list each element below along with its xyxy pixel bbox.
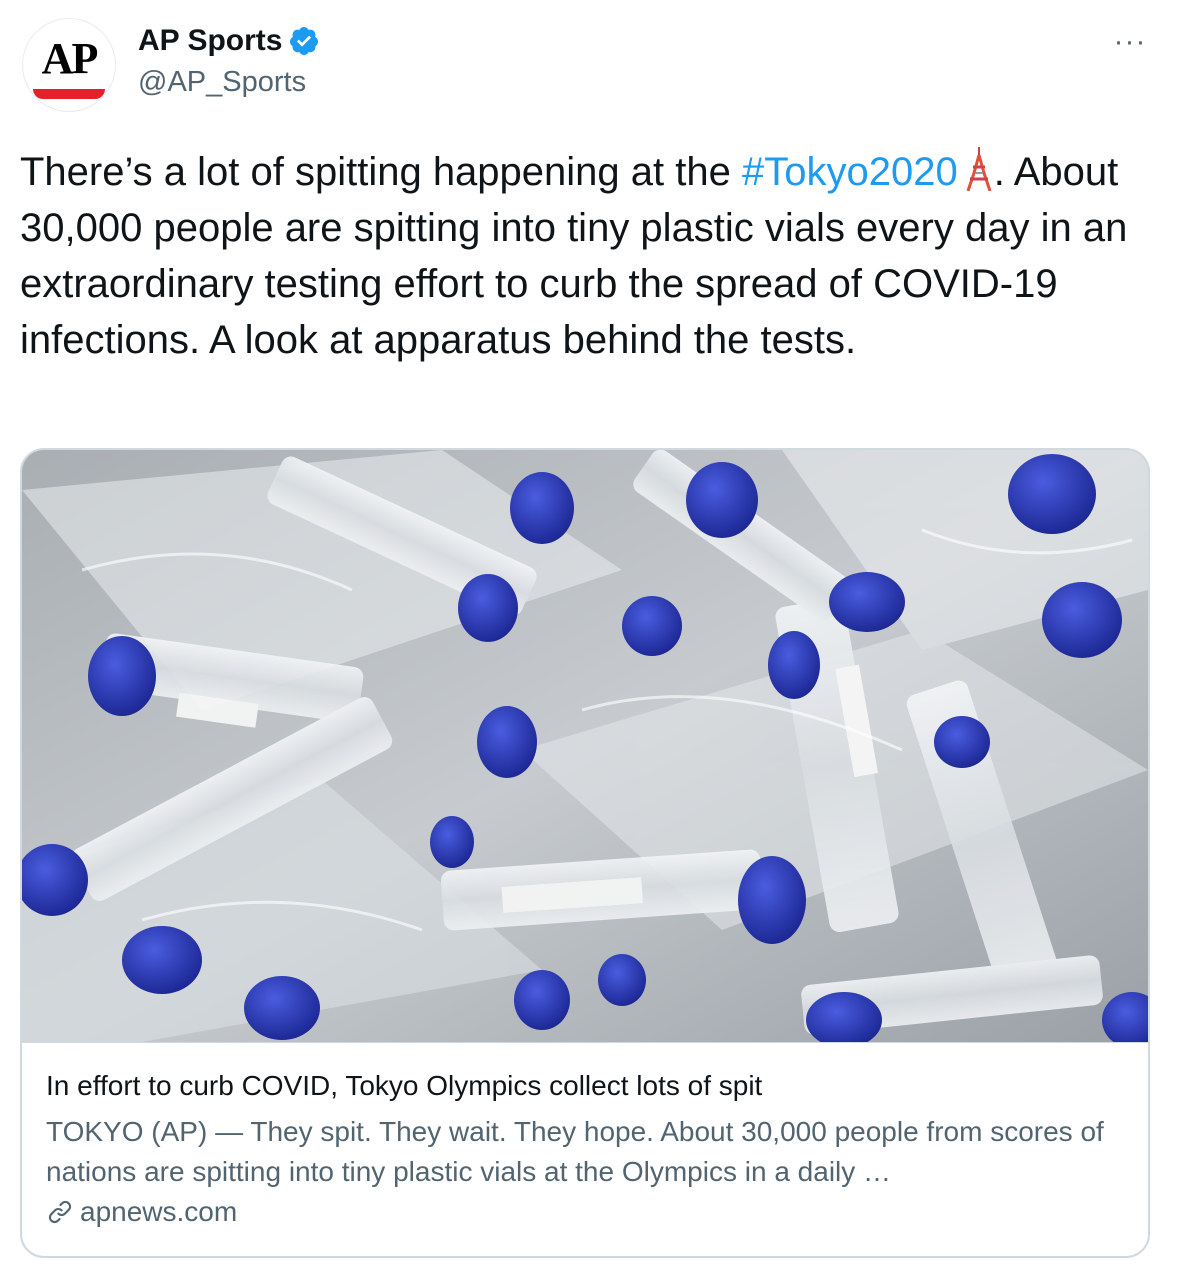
avatar[interactable]: AP: [22, 18, 116, 112]
ap-logo-bar: [33, 89, 105, 99]
more-options-button[interactable]: ···: [1108, 22, 1152, 62]
author-name-row[interactable]: AP Sports: [138, 24, 320, 58]
card-title[interactable]: In effort to curb COVID, Tokyo Olympics …: [46, 1070, 762, 1102]
card-image[interactable]: [22, 450, 1148, 1048]
tweet-text-start: There’s a lot of spitting happening at t…: [20, 150, 742, 194]
card-description: TOKYO (AP) — They spit. They wait. They …: [46, 1116, 1104, 1187]
display-name[interactable]: AP Sports: [138, 24, 282, 58]
card-domain[interactable]: apnews.com: [80, 1196, 237, 1228]
link-icon: [46, 1198, 74, 1226]
author-handle[interactable]: @AP_Sports: [138, 66, 306, 99]
link-card[interactable]: In effort to curb COVID, Tokyo Olympics …: [20, 448, 1150, 1258]
card-domain-row[interactable]: apnews.com: [46, 1196, 237, 1228]
tokyo-tower-icon: [964, 147, 994, 192]
more-icon: ···: [1113, 25, 1147, 58]
verified-badge-icon: [288, 25, 320, 57]
tweet: AP AP Sports @AP_Sports ··· There’s a lo…: [0, 0, 1180, 1288]
plastic-vials-photo: [22, 450, 1148, 1048]
tweet-text: There’s a lot of spitting happening at t…: [20, 144, 1140, 368]
hashtag-link[interactable]: #Tokyo2020: [742, 150, 958, 194]
ap-logo-text: AP: [41, 34, 99, 83]
